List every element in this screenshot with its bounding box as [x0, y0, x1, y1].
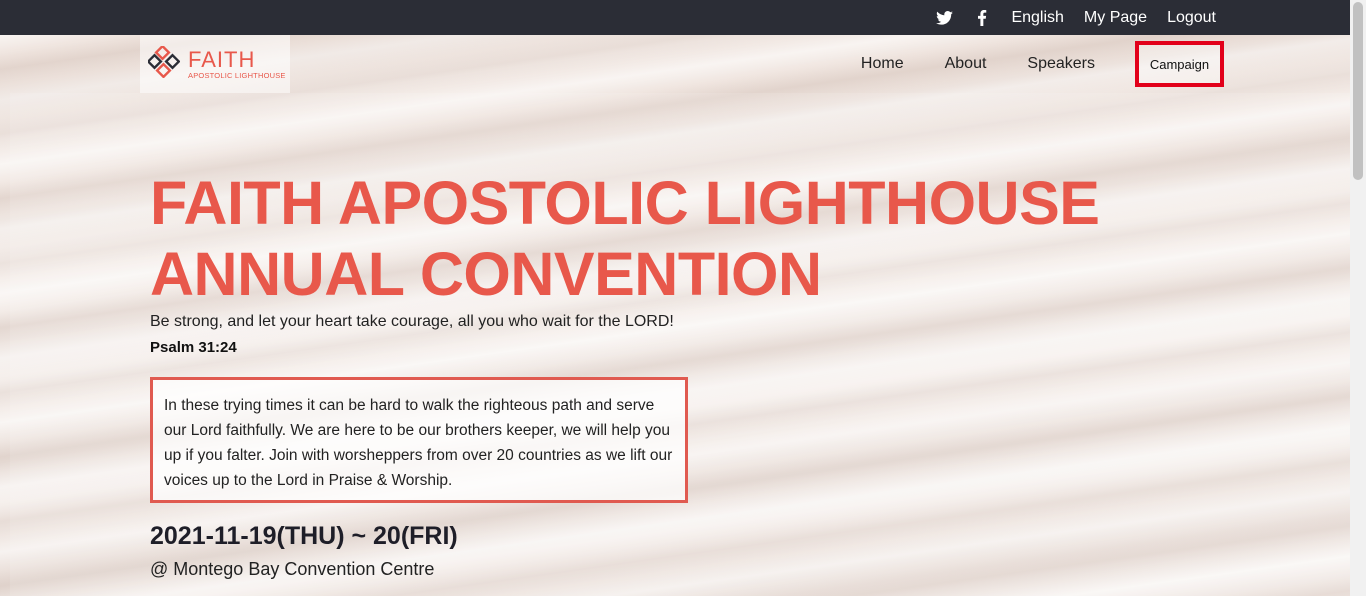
- hero-title: FAITH APOSTOLIC LIGHTHOUSE ANNUAL CONVEN…: [150, 168, 1100, 310]
- twitter-icon[interactable]: [935, 9, 953, 27]
- verse-reference: Psalm 31:24: [150, 339, 237, 356]
- header: FAITH APOSTOLIC LIGHTHOUSE Home About Sp…: [0, 35, 1350, 93]
- logo-title: FAITH: [188, 46, 256, 72]
- event-date: 2021-11-19(THU) ~ 20(FRI): [150, 522, 458, 550]
- logo-emblem-icon: [146, 43, 181, 83]
- nav-campaign[interactable]: Campaign: [1135, 41, 1224, 87]
- hero-title-line1: FAITH APOSTOLIC LIGHTHOUSE: [150, 169, 1100, 237]
- description-text: In these trying times it can be hard to …: [164, 397, 673, 489]
- bible-verse: Be strong, and let your heart take coura…: [150, 313, 674, 330]
- scrollbar-thumb[interactable]: [1353, 2, 1363, 180]
- nav-speakers[interactable]: Speakers: [1027, 55, 1095, 73]
- logo[interactable]: FAITH APOSTOLIC LIGHTHOUSE: [140, 35, 290, 93]
- language-link[interactable]: English: [1011, 9, 1063, 27]
- logo-subtitle: APOSTOLIC LIGHTHOUSE: [188, 70, 286, 80]
- logout-link[interactable]: Logout: [1167, 9, 1216, 27]
- hero-title-line2: ANNUAL CONVENTION: [150, 240, 822, 308]
- nav-about[interactable]: About: [945, 55, 987, 73]
- description-box: In these trying times it can be hard to …: [150, 377, 688, 503]
- my-page-link[interactable]: My Page: [1084, 9, 1147, 27]
- nav-home[interactable]: Home: [861, 55, 904, 73]
- event-venue: @ Montego Bay Convention Centre: [150, 559, 435, 579]
- top-bar: English My Page Logout: [0, 0, 1366, 35]
- scrollbar[interactable]: [1350, 0, 1366, 596]
- facebook-icon[interactable]: [973, 9, 991, 27]
- main-nav: Home About Speakers Campaign: [820, 35, 1224, 93]
